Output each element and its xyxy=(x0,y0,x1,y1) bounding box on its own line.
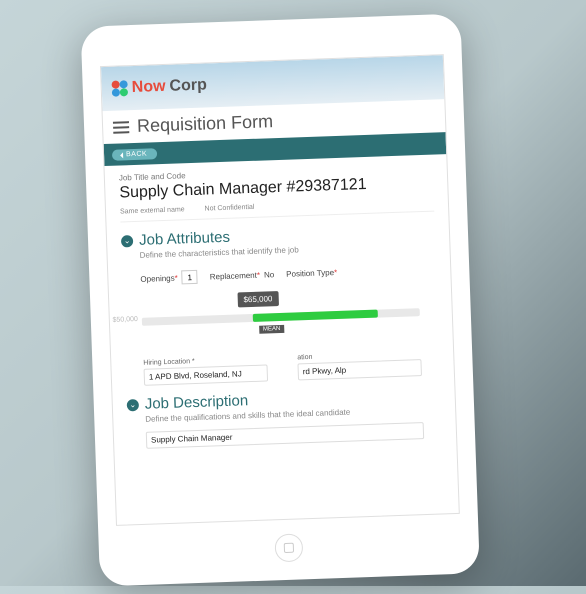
replacement-value[interactable]: No xyxy=(264,270,275,279)
meta-external: Same external name xyxy=(120,206,185,215)
chevron-down-icon[interactable]: ⌄ xyxy=(127,398,139,410)
openings-input[interactable] xyxy=(182,270,198,285)
page-title: Requisition Form xyxy=(137,111,274,137)
description-title: Job Description xyxy=(145,392,249,413)
content: Job Title and Code Supply Chain Manager … xyxy=(104,154,456,458)
openings-label: Openings* xyxy=(140,273,178,283)
position-type-label: Position Type* xyxy=(286,267,337,278)
replacement-label: Replacement* xyxy=(210,270,261,281)
description-input[interactable] xyxy=(146,422,424,449)
logo-text-corp: Corp xyxy=(169,76,207,95)
home-button[interactable] xyxy=(274,533,303,562)
back-button[interactable]: BACK xyxy=(112,148,157,161)
job-meta: Same external name Not Confidential xyxy=(120,198,434,223)
attributes-title: Job Attributes xyxy=(139,229,230,249)
chevron-down-icon[interactable]: ⌄ xyxy=(121,235,133,247)
logo-icon xyxy=(111,80,128,97)
section-description: ⌄ Job Description Define the qualificati… xyxy=(127,385,443,449)
salary-tooltip: $65,000 xyxy=(237,291,278,307)
logo: NowCorp xyxy=(111,76,207,97)
salary-min: $50,000 xyxy=(112,316,138,324)
salary-mean-tag: MEAN xyxy=(259,325,285,334)
meta-confidential: Not Confidential xyxy=(204,204,254,213)
section-attributes: ⌄ Job Attributes Define the characterist… xyxy=(121,222,440,387)
logo-text-now: Now xyxy=(131,78,165,97)
hiring-location-input[interactable] xyxy=(144,364,269,385)
other-location-input[interactable] xyxy=(297,359,422,380)
menu-icon[interactable] xyxy=(113,121,129,134)
screen: NowCorp Requisition Form BACK Job Title … xyxy=(100,54,460,526)
slider-fill xyxy=(253,310,378,322)
tablet-frame: NowCorp Requisition Form BACK Job Title … xyxy=(81,14,480,587)
salary-slider[interactable]: $65,000 $50,000 MEAN xyxy=(141,286,421,344)
